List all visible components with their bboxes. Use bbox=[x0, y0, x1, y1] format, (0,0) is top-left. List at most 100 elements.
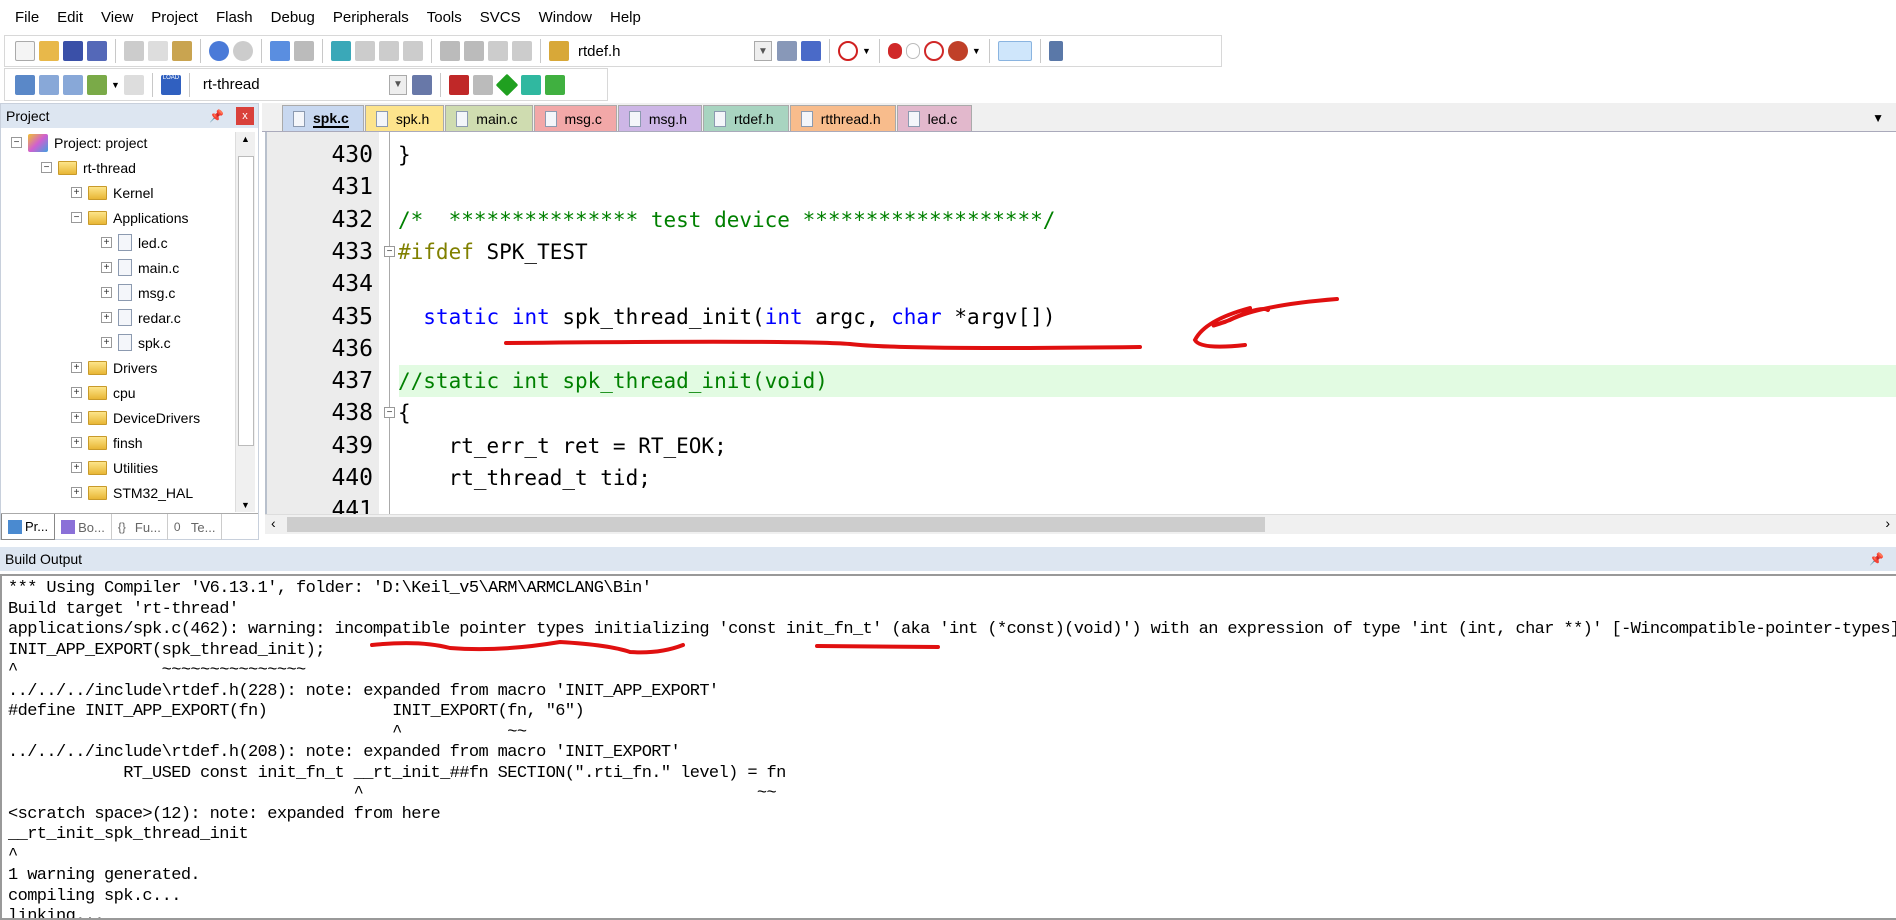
pin-icon[interactable]: 📌 bbox=[1869, 552, 1884, 566]
tree-item[interactable]: + DeviceDrivers bbox=[71, 405, 200, 430]
indent-icon[interactable] bbox=[440, 41, 460, 61]
collapse-icon[interactable]: − bbox=[71, 212, 82, 223]
tree-scrollbar[interactable]: ▲ ▼ bbox=[235, 132, 255, 512]
tab-spk-h[interactable]: spk.h bbox=[364, 105, 445, 131]
clear-bookmarks-icon[interactable] bbox=[403, 41, 423, 61]
menu-project[interactable]: Project bbox=[142, 9, 207, 26]
menu-debug[interactable]: Debug bbox=[262, 9, 324, 26]
chevron-down-icon[interactable]: ▼ bbox=[754, 41, 772, 61]
paste-icon[interactable] bbox=[172, 41, 192, 61]
tree-item[interactable]: + Kernel bbox=[71, 180, 153, 205]
expand-icon[interactable]: + bbox=[101, 337, 112, 348]
build-icon[interactable] bbox=[39, 74, 59, 95]
tab-led-c[interactable]: led.c bbox=[896, 105, 973, 131]
expand-icon[interactable]: + bbox=[101, 237, 112, 248]
tab-spk-c[interactable]: spk.c bbox=[282, 105, 364, 131]
expand-icon[interactable]: + bbox=[71, 437, 82, 448]
debug-session-icon[interactable] bbox=[838, 41, 858, 61]
expand-icon[interactable]: + bbox=[101, 262, 112, 273]
tab-rtdef-h[interactable]: rtdef.h bbox=[702, 105, 789, 131]
menu-tools[interactable]: Tools bbox=[418, 9, 471, 26]
expand-icon[interactable]: + bbox=[101, 312, 112, 323]
panel-tab-fu[interactable]: {} Fu... bbox=[112, 514, 168, 540]
save-icon[interactable] bbox=[63, 41, 83, 61]
tree-item[interactable]: − Applications bbox=[71, 205, 189, 230]
expand-icon[interactable]: + bbox=[71, 362, 82, 373]
tree-item[interactable]: + redar.c bbox=[101, 305, 181, 330]
disable-breakpoint-icon[interactable] bbox=[905, 43, 920, 59]
panel-tab-te[interactable]: 0 Te... bbox=[168, 514, 223, 540]
file-extensions-icon[interactable] bbox=[448, 74, 469, 95]
panel-tab-bo[interactable]: Bo... bbox=[55, 514, 112, 540]
menu-window[interactable]: Window bbox=[530, 9, 601, 26]
next-bookmark-icon[interactable] bbox=[379, 41, 399, 61]
configure-icon[interactable] bbox=[1048, 41, 1063, 61]
build-output-text[interactable]: *** Using Compiler 'V6.13.1', folder: 'D… bbox=[0, 574, 1896, 920]
expand-icon[interactable]: + bbox=[71, 387, 82, 398]
save-all-icon[interactable] bbox=[87, 41, 107, 61]
manage-components-icon[interactable] bbox=[472, 74, 493, 95]
fold-icon[interactable]: − bbox=[384, 407, 395, 419]
new-file-icon[interactable] bbox=[15, 41, 35, 61]
pack-installer-icon[interactable] bbox=[495, 73, 519, 96]
prev-bookmark-icon[interactable] bbox=[355, 41, 375, 61]
menu-file[interactable]: File bbox=[6, 9, 48, 26]
open-icon[interactable] bbox=[39, 41, 59, 61]
scroll-up-icon[interactable]: ▲ bbox=[241, 134, 250, 144]
cut-icon[interactable] bbox=[124, 41, 144, 61]
download-icon[interactable]: LOAD bbox=[160, 74, 181, 95]
breakpoint-icon[interactable] bbox=[887, 43, 902, 59]
translate-icon[interactable] bbox=[15, 74, 35, 95]
select-packs-icon[interactable] bbox=[520, 74, 541, 95]
run-time-environment-icon[interactable] bbox=[544, 74, 565, 95]
rebuild-icon[interactable] bbox=[63, 74, 83, 95]
find-in-files-icon[interactable] bbox=[549, 41, 569, 61]
undo-icon[interactable] bbox=[209, 41, 229, 61]
tree-item[interactable]: + main.c bbox=[101, 255, 179, 280]
expand-icon[interactable]: + bbox=[71, 187, 82, 198]
incremental-find-icon[interactable] bbox=[801, 41, 821, 61]
menu-svcs[interactable]: SVCS bbox=[471, 9, 530, 26]
target-options-icon[interactable] bbox=[411, 74, 432, 95]
tree-item[interactable]: − Project: project bbox=[11, 130, 147, 155]
tree-item[interactable]: + Drivers bbox=[71, 355, 157, 380]
uncomment-icon[interactable] bbox=[512, 41, 532, 61]
tree-item[interactable]: + STM32_HAL bbox=[71, 480, 193, 505]
stop-build-icon[interactable] bbox=[123, 74, 144, 95]
find-icon[interactable] bbox=[777, 41, 797, 61]
tab-rtthread-h[interactable]: rtthread.h bbox=[789, 105, 896, 131]
scroll-left-icon[interactable]: ‹ bbox=[271, 515, 276, 531]
menu-peripherals[interactable]: Peripherals bbox=[324, 9, 418, 26]
window-layout-icon[interactable] bbox=[997, 41, 1032, 61]
tab-msg-c[interactable]: msg.c bbox=[533, 105, 617, 131]
expand-icon[interactable]: + bbox=[71, 487, 82, 498]
comment-icon[interactable] bbox=[488, 41, 508, 61]
tree-item[interactable]: + finsh bbox=[71, 430, 143, 455]
fold-icon[interactable]: − bbox=[384, 245, 395, 257]
nav-forward-icon[interactable] bbox=[294, 41, 314, 61]
menu-view[interactable]: View bbox=[92, 9, 142, 26]
menu-edit[interactable]: Edit bbox=[48, 9, 92, 26]
editor-hscrollbar[interactable]: ‹ › bbox=[265, 514, 1896, 534]
chevron-down-icon[interactable]: ▼ bbox=[388, 74, 407, 95]
menu-help[interactable]: Help bbox=[601, 9, 650, 26]
panel-tab-pr[interactable]: Pr... bbox=[1, 514, 56, 540]
collapse-icon[interactable]: − bbox=[41, 162, 52, 173]
tab-msg-h[interactable]: msg.h bbox=[617, 105, 702, 131]
disable-all-breakpoints-icon[interactable] bbox=[923, 41, 944, 61]
tree-item[interactable]: + spk.c bbox=[101, 330, 171, 355]
batch-build-icon[interactable] bbox=[87, 74, 107, 95]
find-combo[interactable]: rtdef.h ▼ bbox=[573, 40, 773, 62]
bookmark-icon[interactable] bbox=[331, 41, 351, 61]
scroll-right-icon[interactable]: › bbox=[1885, 515, 1890, 531]
tab-main-c[interactable]: main.c bbox=[445, 105, 533, 131]
unindent-icon[interactable] bbox=[464, 41, 484, 61]
collapse-icon[interactable]: − bbox=[11, 137, 22, 148]
tab-list-chevron-icon[interactable]: ▼ bbox=[1872, 111, 1884, 125]
pin-icon[interactable]: 📌 bbox=[209, 109, 224, 123]
code-editor[interactable]: 430 431 432 433 434 435 436 437 438 439 440 441 }/*… bbox=[265, 132, 1896, 534]
target-combo[interactable]: rt-thread ▼ bbox=[197, 73, 408, 96]
expand-icon[interactable]: + bbox=[101, 287, 112, 298]
close-icon[interactable]: x bbox=[236, 107, 254, 125]
scroll-down-icon[interactable]: ▼ bbox=[241, 500, 250, 510]
